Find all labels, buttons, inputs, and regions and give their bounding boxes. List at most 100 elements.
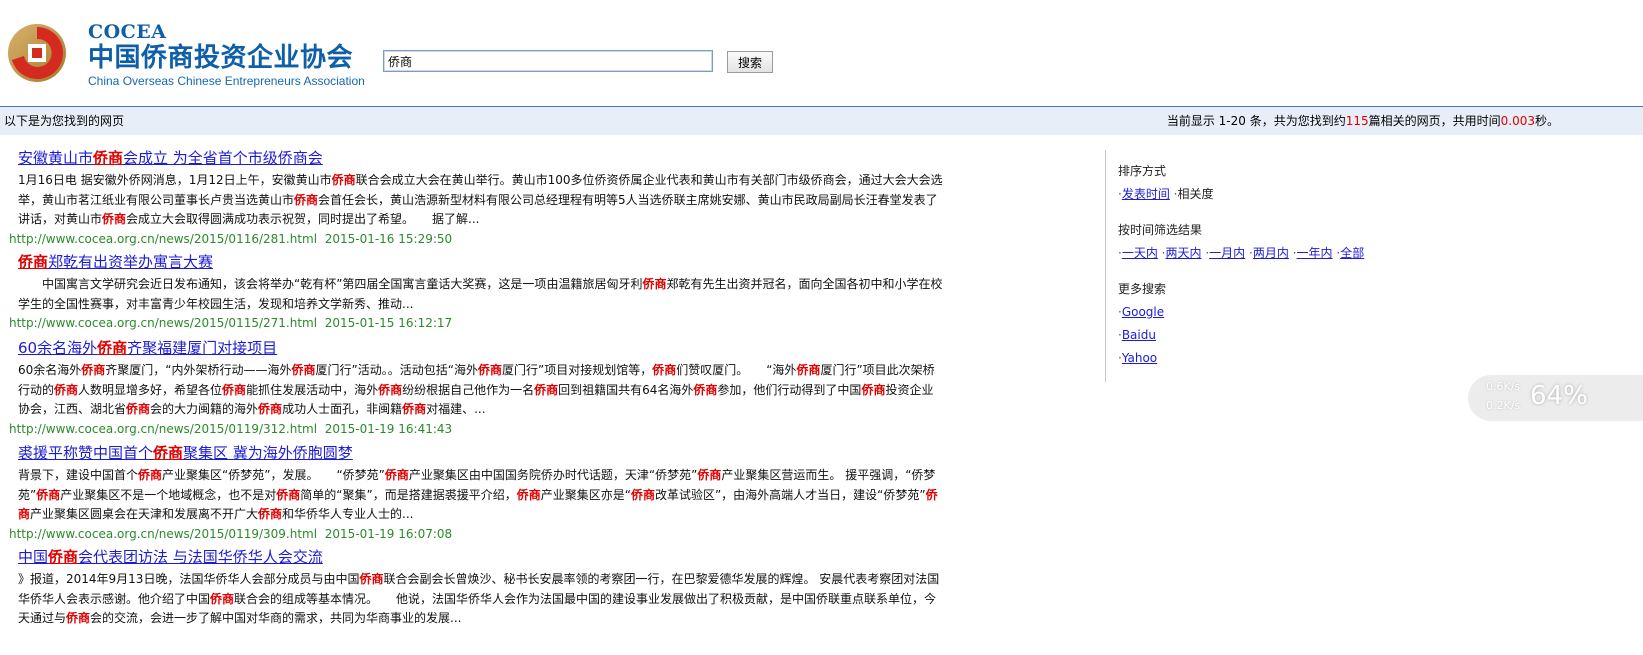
results-summary-right: 当前显示 1-20 条，共为您找到约115篇相关的网页，共用时间0.003秒。 — [1167, 107, 1559, 136]
snippet-keyword-highlight: 侨商 — [126, 402, 151, 416]
title-keyword-highlight: 侨商 — [48, 548, 79, 566]
search-sidebar: 排序方式 ·发表时间 ·相关度 按时间筛选结果 ·一天内 ·两天内 ·一月内 ·… — [1105, 150, 1405, 382]
result-url-text: http://www.cocea.org.cn/news/2015/0119/3… — [9, 526, 318, 541]
results-summary-bar: 以下是为您找到的网页 当前显示 1-20 条，共为您找到约115篇相关的网页，共… — [0, 106, 1643, 135]
snippet-text: 改革试验区”，由海外高端人才当日，建设“侨梦苑” — [654, 487, 926, 502]
search-time: 0.003 — [1500, 114, 1535, 128]
snippet-text: 产业聚集区圆桌会在天津和发展离不开广大 — [30, 507, 259, 521]
snippet-keyword-highlight: 侨商 — [294, 192, 319, 207]
search-input[interactable] — [383, 50, 713, 72]
network-speed-widget[interactable]: 0.6K/s 0.2K/s 64% — [1468, 375, 1643, 421]
engine-row: ·Google — [1118, 303, 1405, 321]
title-text: 会代表团访法 与法国华侨华人会交流 — [78, 548, 323, 566]
snippet-keyword-highlight: 侨商 — [331, 173, 356, 187]
snippet-keyword-highlight: 侨商 — [210, 591, 235, 606]
title-text: 中国 — [18, 548, 49, 566]
title-keyword-highlight: 侨商 — [97, 339, 128, 357]
snippet-keyword-highlight: 侨商 — [693, 382, 718, 397]
time-filter-link[interactable]: 全部 — [1340, 246, 1364, 260]
snippet-keyword-highlight: 侨商 — [66, 611, 91, 625]
title-text: 裘援平称赞中国首个 — [18, 444, 154, 462]
time-filter-link[interactable]: 一月内 — [1209, 246, 1245, 260]
result-url-text: http://www.cocea.org.cn/news/2015/0116/2… — [9, 231, 318, 246]
snippet-keyword-highlight: 侨商 — [258, 507, 283, 521]
title-keyword-highlight: 侨商 — [93, 149, 124, 167]
results-summary-left: 以下是为您找到的网页 — [4, 114, 125, 128]
snippet-text: 会的交流，会进一步了解中国对华商的需求，共同为华商事业的发展... — [90, 611, 462, 625]
site-header: COCEA 中国侨商投资企业协会 China Overseas Chinese … — [0, 0, 1643, 106]
engine-link-yahoo[interactable]: Yahoo — [1122, 351, 1157, 365]
snippet-text: 产业聚集区“侨梦苑”，发展。 “侨梦苑” — [162, 468, 385, 482]
result-url: http://www.cocea.org.cn/news/2015/0119/3… — [9, 525, 950, 543]
upload-speed: 0.6K/s — [1486, 380, 1521, 393]
result-url-text: http://www.cocea.org.cn/news/2015/0119/3… — [9, 421, 318, 436]
logo-english-name: China Overseas Chinese Entrepreneurs Ass… — [88, 74, 365, 88]
snippet-text: 厦门行”活动。。活动包括“海外 — [315, 363, 478, 377]
snippet-keyword-highlight: 侨商 — [138, 468, 163, 482]
snippet-keyword-highlight: 侨商 — [378, 382, 403, 397]
snippet-text: 60余名海外 — [18, 363, 82, 377]
snippet-keyword-highlight: 侨商 — [796, 363, 821, 377]
snippet-keyword-highlight: 侨商 — [630, 487, 655, 502]
snippet-text: 对福建、... — [426, 402, 486, 416]
logo-text: COCEA 中国侨商投资企业协会 China Overseas Chinese … — [88, 22, 365, 89]
snippet-text: 》报道，2014年9月13日晚，法国华侨华人会部分成员与由中国 — [18, 572, 360, 586]
summary-prefix: 当前显示 1-20 条，共为您找到约 — [1166, 114, 1346, 128]
result-count: 115 — [1345, 114, 1369, 128]
result-title-link[interactable]: 侨商郑乾有出资举办寓言大赛 — [18, 251, 950, 273]
result-url: http://www.cocea.org.cn/news/2015/0116/2… — [9, 230, 950, 248]
snippet-text: 背景下，建设中国首个 — [18, 468, 139, 482]
sort-by-time-link[interactable]: 发表时间 — [1122, 187, 1170, 201]
snippet-text: 会的大力闽籍的海外 — [150, 402, 259, 416]
engine-link-google[interactable]: Google — [1122, 305, 1164, 319]
sort-by-relevance: 相关度 — [1177, 187, 1214, 201]
snippet-keyword-highlight: 侨商 — [861, 382, 886, 397]
search-button[interactable]: 搜索 — [727, 51, 773, 73]
time-filter-link[interactable]: 一年内 — [1297, 246, 1333, 260]
result-url: http://www.cocea.org.cn/news/2015/0119/3… — [9, 420, 950, 438]
time-filter-link[interactable]: 一天内 — [1122, 246, 1158, 260]
time-filter-link[interactable]: 两天内 — [1166, 246, 1202, 260]
snippet-text: 成功人士面孔，非闽籍 — [282, 402, 403, 416]
result-item: 中国侨商会代表团访法 与法国华侨华人会交流 》报道，2014年9月13日晚，法国华… — [0, 546, 950, 629]
snippet-text: 回到祖籍国共有64名海外 — [558, 382, 694, 397]
result-date: 2015-01-19 16:41:43 — [324, 421, 453, 436]
snippet-text: 参加，他们行动得到了中国 — [717, 382, 862, 397]
sort-options: ·发表时间 ·相关度 — [1118, 187, 1214, 201]
result-title-link[interactable]: 中国侨商会代表团访法 与法国华侨华人会交流 — [18, 546, 950, 568]
title-text: 安徽黄山市 — [18, 149, 94, 167]
result-title-link[interactable]: 60余名海外侨商齐聚福建厦门对接项目 — [18, 337, 950, 359]
cocea-logo-icon — [8, 24, 66, 82]
snippet-keyword-highlight: 侨商 — [534, 382, 559, 397]
engine-link-baidu[interactable]: Baidu — [1122, 328, 1156, 342]
snippet-text: 齐聚厦门，“内外架桥行动——海外 — [105, 363, 292, 377]
summary-middle: 篇相关的网页，共用时间 — [1368, 114, 1501, 128]
snippet-keyword-highlight: 侨商 — [477, 363, 502, 377]
snippet-text: 和华侨华人专业人士的... — [282, 507, 414, 521]
snippet-keyword-highlight: 侨商 — [384, 468, 409, 482]
snippet-keyword-highlight: 侨商 — [276, 487, 301, 502]
result-snippet: 》报道，2014年9月13日晚，法国华侨华人会部分成员与由中国侨商联合会副会长曾… — [18, 570, 943, 629]
result-snippet: 背景下，建设中国首个侨商产业聚集区“侨梦苑”，发展。 “侨梦苑”侨商产业聚集区由… — [18, 466, 943, 525]
result-title-link[interactable]: 裘援平称赞中国首个侨商聚集区 冀为海外侨胞圆梦 — [18, 442, 950, 464]
logo-chinese-name: 中国侨商投资企业协会 — [88, 43, 354, 73]
snippet-text: 人数明显增多好，希望各位 — [78, 382, 223, 397]
more-search-heading: 更多搜索 — [1118, 282, 1167, 296]
result-item: 裘援平称赞中国首个侨商聚集区 冀为海外侨胞圆梦 背景下，建设中国首个侨商产业聚集区… — [0, 442, 950, 543]
time-filter-options: ·一天内 ·两天内 ·一月内 ·两月内 ·一年内 ·全部 — [1118, 244, 1405, 262]
download-speed: 0.2K/s — [1486, 399, 1521, 412]
snippet-keyword-highlight: 侨商 — [516, 487, 541, 502]
result-title-link[interactable]: 安徽黄山市侨商会成立 为全省首个市级侨商会 — [18, 147, 950, 169]
snippet-keyword-highlight: 侨商 — [222, 382, 247, 397]
title-keyword-highlight: 侨商 — [153, 444, 184, 462]
title-text: 聚集区 冀为海外侨胞圆梦 — [183, 444, 353, 462]
title-text: 会成立 为全省首个市级侨商会 — [123, 149, 323, 167]
result-snippet: 60余名海外侨商齐聚厦门，“内外架桥行动——海外侨商厦门行”活动。。活动包括“海… — [18, 361, 943, 420]
result-snippet: 中国寓言文学研究会近日发布通知，该会将举办“乾有杯”第四届全国寓言童话大奖赛，这… — [18, 275, 943, 314]
snippet-keyword-highlight: 侨商 — [642, 277, 667, 291]
engine-row: ·Baidu — [1118, 326, 1405, 344]
time-filter-link[interactable]: 两月内 — [1253, 246, 1289, 260]
snippet-keyword-highlight: 侨商 — [54, 382, 79, 397]
snippet-text: 中国寓言文学研究会近日发布通知，该会将举办“乾有杯”第四届全国寓言童话大奖赛，这… — [18, 277, 643, 291]
result-date: 2015-01-15 16:12:17 — [324, 316, 453, 330]
